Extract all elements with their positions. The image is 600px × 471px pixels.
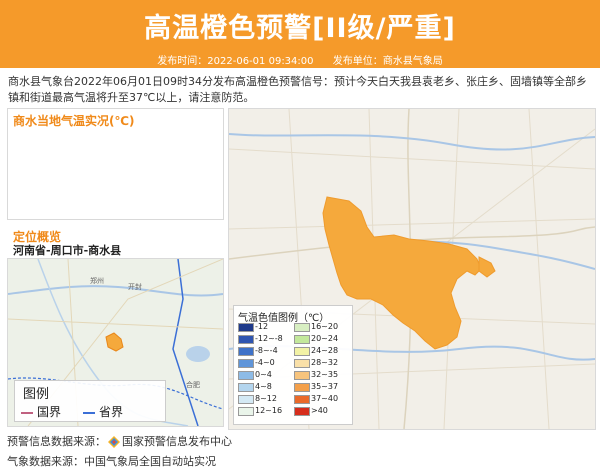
overview-place-label: 郑州 xyxy=(90,277,104,285)
overview-legend-title: 图例 xyxy=(23,387,50,402)
legend-swatch xyxy=(294,323,310,332)
legend-label: 12~16 xyxy=(255,406,283,415)
legend-label: 20~24 xyxy=(311,334,339,343)
warning-source-label: 预警信息数据来源： xyxy=(7,435,106,448)
overview-place-label: 开封 xyxy=(128,282,142,291)
warning-source-line: 预警信息数据来源： 国家预警信息发布中心 xyxy=(7,433,232,449)
legend-label: 35~37 xyxy=(311,382,339,391)
legend-label: 8~12 xyxy=(255,394,277,403)
legend-label: -12~-8 xyxy=(255,334,283,343)
local-temperature-title: 商水当地气温实况(℃) xyxy=(13,114,135,128)
legend-swatch xyxy=(238,323,254,332)
warning-title: 高温橙色预警[II级/严重] xyxy=(144,13,456,44)
overview-legend: 图例 国界 省界 xyxy=(14,380,166,422)
legend-swatch xyxy=(294,371,310,380)
legend-swatch xyxy=(294,383,310,392)
legend-label: -4~0 xyxy=(255,358,275,367)
legend-swatch xyxy=(238,383,254,392)
warning-notice: 商水县气象台2022年06月01日09时34分发布高温橙色预警信号：预计今天白天… xyxy=(8,75,587,104)
legend-national-border: 国界 xyxy=(21,403,61,420)
legend-swatch xyxy=(294,347,310,356)
legend-swatch xyxy=(238,359,254,368)
legend-swatch xyxy=(294,407,310,416)
publish-time: 发布时间：2022-06-01 09:34:00 xyxy=(157,56,314,67)
weather-source-line: 气象数据来源：中国气象局全国自动站实况 xyxy=(7,455,216,468)
province-border-swatch xyxy=(83,411,95,414)
warning-meta: 发布时间：2022-06-01 09:34:00 发布单位：商水县气象局 xyxy=(0,52,600,67)
legend-swatch xyxy=(294,359,310,368)
legend-swatch xyxy=(238,371,254,380)
legend-label: 0~4 xyxy=(255,370,272,379)
legend-label: 28~32 xyxy=(311,358,339,367)
legend-label: 4~8 xyxy=(255,382,272,391)
legend-swatch xyxy=(238,407,254,416)
legend-swatch xyxy=(238,335,254,344)
legend-label: 32~35 xyxy=(311,370,339,379)
legend-swatch xyxy=(294,335,310,344)
overview-map[interactable]: 郑州 开封 合肥 图例 国界 省界 xyxy=(7,258,224,427)
local-temperature-panel: 商水当地气温实况(℃) xyxy=(7,108,224,220)
warning-center-logo-icon xyxy=(108,436,120,448)
warning-header: 高温橙色预警[II级/严重] 发布时间：2022-06-01 09:34:00 … xyxy=(0,0,600,68)
location-path: 河南省-周口市-商水县 xyxy=(13,244,122,257)
legend-label: >40 xyxy=(311,406,328,415)
legend-label: -12 xyxy=(255,322,269,331)
legend-province-border: 省界 xyxy=(83,403,123,420)
province-border-label: 省界 xyxy=(99,405,124,419)
national-border-label: 国界 xyxy=(37,405,62,419)
legend-swatch xyxy=(294,395,310,404)
legend-label: -8~-4 xyxy=(255,346,278,355)
legend-swatch xyxy=(238,347,254,356)
national-border-swatch xyxy=(21,411,33,414)
temperature-legend: 气温色值图例（℃） -12 -12~-8 -8~-4 -4~0 0~4 4~8 … xyxy=(233,305,353,425)
legend-label: 37~40 xyxy=(311,394,339,403)
warning-source-name[interactable]: 国家预警信息发布中心 xyxy=(122,435,232,448)
legend-label: 24~28 xyxy=(311,346,339,355)
overview-place-label: 合肥 xyxy=(186,380,200,389)
legend-swatch xyxy=(238,395,254,404)
legend-label: 16~20 xyxy=(311,322,339,331)
publish-unit: 发布单位：商水县气象局 xyxy=(332,56,443,67)
